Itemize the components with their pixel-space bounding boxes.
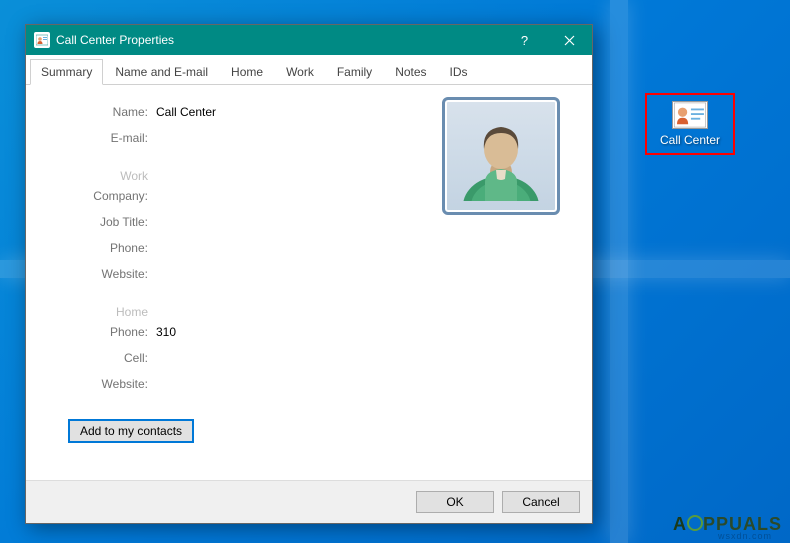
work-section-header: Work — [56, 169, 156, 183]
contact-icon — [34, 32, 50, 48]
desktop-icon-label: Call Center — [649, 133, 731, 147]
help-button[interactable]: ? — [502, 25, 547, 55]
contact-file-icon — [672, 101, 708, 129]
phone-home-value: 310 — [156, 325, 176, 339]
tab-bar: Summary Name and E-mail Home Work Family… — [26, 55, 592, 85]
tab-notes[interactable]: Notes — [384, 59, 437, 84]
name-value: Call Center — [156, 105, 216, 119]
website-home-label: Website: — [56, 377, 156, 391]
ok-button[interactable]: OK — [416, 491, 494, 513]
jobtitle-label: Job Title: — [56, 215, 156, 229]
tab-ids[interactable]: IDs — [439, 59, 479, 84]
properties-dialog: Call Center Properties ? Summary Name an… — [25, 24, 593, 524]
dialog-title: Call Center Properties — [56, 33, 502, 47]
tab-summary[interactable]: Summary — [30, 59, 103, 85]
cancel-button[interactable]: Cancel — [502, 491, 580, 513]
website-work-label: Website: — [56, 267, 156, 281]
add-to-contacts-button[interactable]: Add to my contacts — [68, 419, 194, 443]
desktop-background: Call Center Call Center Properties ? Sum… — [0, 0, 790, 543]
desktop-contact-icon[interactable]: Call Center — [645, 93, 735, 155]
tab-content: Name: Call Center E-mail: Work Company: … — [26, 85, 592, 480]
tab-home[interactable]: Home — [220, 59, 274, 84]
email-label: E-mail: — [56, 131, 156, 145]
contact-avatar[interactable] — [442, 97, 560, 215]
home-section-header: Home — [56, 305, 156, 319]
phone-work-label: Phone: — [56, 241, 156, 255]
cell-label: Cell: — [56, 351, 156, 365]
titlebar[interactable]: Call Center Properties ? — [26, 25, 592, 55]
dialog-footer: OK Cancel — [26, 480, 592, 523]
phone-home-label: Phone: — [56, 325, 156, 339]
close-button[interactable] — [547, 25, 592, 55]
tab-work[interactable]: Work — [275, 59, 325, 84]
tab-family[interactable]: Family — [326, 59, 383, 84]
name-label: Name: — [56, 105, 156, 119]
company-label: Company: — [56, 189, 156, 203]
source-watermark: wsxdn.com — [718, 531, 772, 541]
tab-name-email[interactable]: Name and E-mail — [104, 59, 219, 84]
